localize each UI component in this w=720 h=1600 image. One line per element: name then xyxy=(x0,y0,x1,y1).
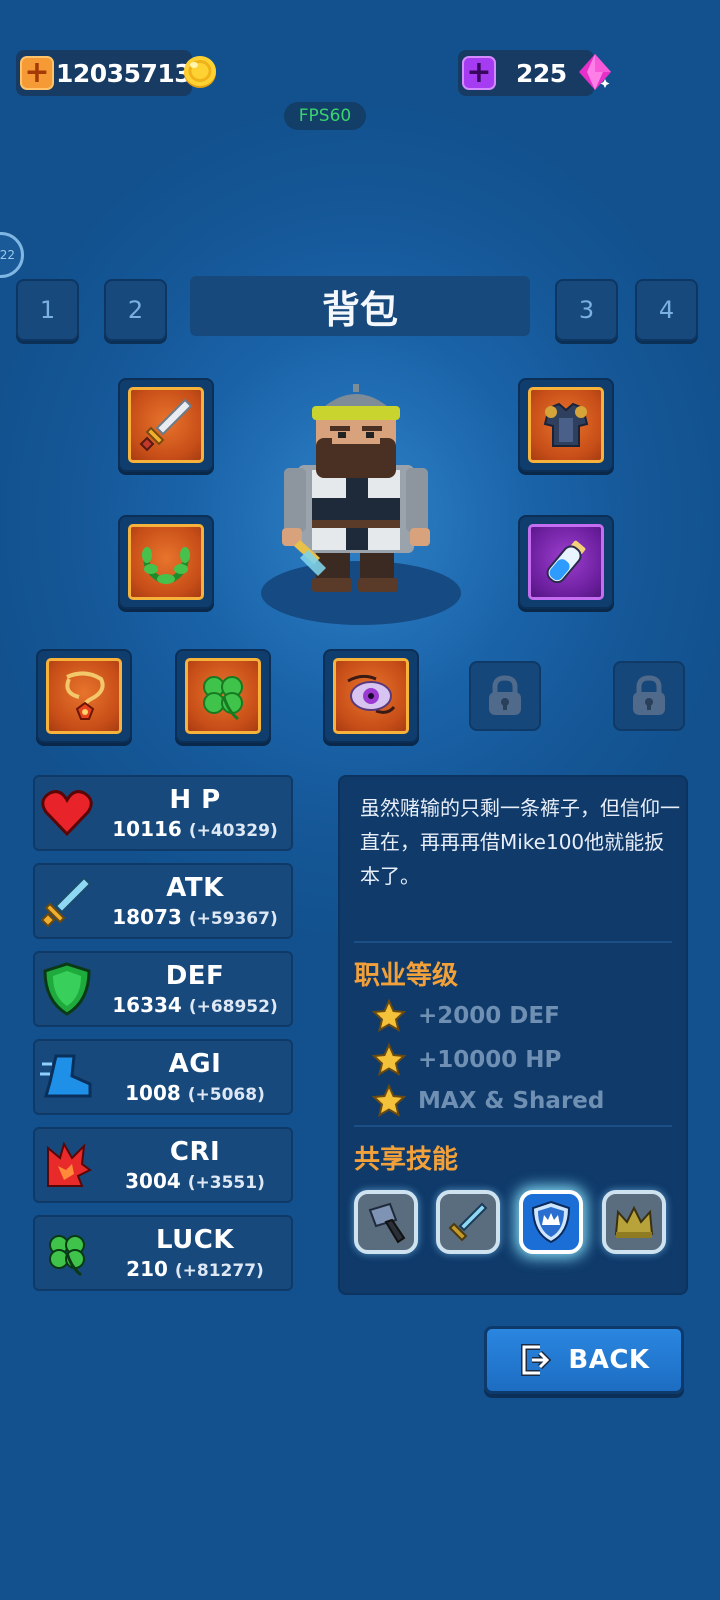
skill-hammer[interactable] xyxy=(354,1190,418,1254)
amulet-icon xyxy=(65,671,105,720)
equip-slot-locked-2[interactable] xyxy=(613,661,685,731)
stat-bonus: (+81277) xyxy=(174,1261,264,1281)
gold-amount: 12035713 xyxy=(56,58,192,88)
stat-bonus: (+40329) xyxy=(188,821,278,841)
side-badge[interactable]: 22 xyxy=(0,232,24,278)
class-bonus-row: +2000 DEF xyxy=(372,999,560,1033)
stat-hp: H P 10116 (+40329) xyxy=(33,775,293,851)
divider xyxy=(354,941,672,943)
skill-crown-shield[interactable] xyxy=(519,1190,583,1254)
tab-page-4[interactable]: 4 xyxy=(635,279,698,341)
stat-bonus: (+3551) xyxy=(187,1173,265,1193)
stat-value: 3004 xyxy=(125,1169,181,1193)
stat-value: 18073 xyxy=(112,905,182,929)
stat-luck: LUCK 210 (+81277) xyxy=(33,1215,293,1291)
stat-agi: AGI 1008 (+5068) xyxy=(33,1039,293,1115)
class-level-heading: 职业等级 xyxy=(354,961,459,991)
boot-icon xyxy=(40,1054,92,1098)
class-bonus-row: +10000 HP xyxy=(372,1043,561,1077)
equip-slot-pendant[interactable] xyxy=(323,649,419,743)
back-label: BACK xyxy=(568,1345,650,1375)
crown-shield-icon xyxy=(531,1200,571,1244)
sword-icon xyxy=(448,1202,488,1242)
clover-icon xyxy=(49,1235,85,1277)
back-button[interactable]: BACK xyxy=(484,1326,684,1394)
fps-indicator: FPS60 xyxy=(284,102,366,130)
equip-slot-amulet[interactable] xyxy=(36,649,132,743)
class-bonus-row: MAX & Shared xyxy=(372,1084,604,1118)
gem-counter: + 225 xyxy=(458,50,594,96)
gold-counter: + 12035713 xyxy=(16,50,192,96)
pink-gem-icon xyxy=(579,54,611,90)
stat-atk: ATK 18073 (+59367) xyxy=(33,863,293,939)
laurel-icon xyxy=(142,547,190,584)
crown-icon xyxy=(614,1205,654,1238)
crit-burst-icon xyxy=(47,1141,92,1187)
stat-name: DEF xyxy=(165,961,225,991)
heart-icon xyxy=(41,790,93,837)
exit-icon xyxy=(521,1344,552,1376)
stat-name: LUCK xyxy=(156,1225,234,1255)
add-gems-button[interactable]: + xyxy=(462,56,496,90)
stat-def: DEF 16334 (+68952) xyxy=(33,951,293,1027)
stat-cri: CRI 3004 (+3551) xyxy=(33,1127,293,1203)
shared-skills-heading: 共享技能 xyxy=(354,1145,459,1175)
equip-slot-locked-1[interactable] xyxy=(469,661,541,731)
equip-slot-clover[interactable] xyxy=(175,649,271,743)
page-title: 背包 xyxy=(190,276,530,336)
stat-name: CRI xyxy=(169,1137,221,1167)
skill-sword[interactable] xyxy=(436,1190,500,1254)
class-bonus-text: +2000 DEF xyxy=(418,1003,560,1029)
stat-name: H P xyxy=(169,785,221,815)
tab-page-2[interactable]: 2 xyxy=(104,279,167,341)
character-description: 虽然赌输的只剩一条裤子，但信仰一直在，再再再借Mike100他就能扳本了。 xyxy=(360,796,680,888)
hammer-icon xyxy=(368,1202,406,1244)
equip-slot-weapon[interactable] xyxy=(118,378,214,472)
class-bonus-text: +10000 HP xyxy=(418,1047,562,1073)
stat-name: AGI xyxy=(168,1049,222,1079)
lock-icon xyxy=(489,675,521,715)
equip-slot-potion[interactable] xyxy=(518,515,614,609)
shield-icon xyxy=(43,962,91,1016)
lock-icon xyxy=(633,675,665,715)
star-icon xyxy=(372,1043,406,1077)
armor-icon xyxy=(543,402,589,447)
star-icon xyxy=(372,999,406,1033)
stat-value: 10116 xyxy=(112,817,182,841)
hero-character xyxy=(261,384,461,625)
stat-bonus: (+5068) xyxy=(187,1085,265,1105)
sword-icon xyxy=(139,398,193,452)
stat-bonus: (+68952) xyxy=(188,997,278,1017)
stat-value: 1008 xyxy=(125,1081,181,1105)
class-bonus-text: MAX & Shared xyxy=(418,1088,605,1114)
eye-pendant-icon xyxy=(347,674,396,714)
skill-crown[interactable] xyxy=(602,1190,666,1254)
potion-icon xyxy=(546,540,586,584)
equip-slot-armor[interactable] xyxy=(518,378,614,472)
tab-page-3[interactable]: 3 xyxy=(555,279,618,341)
stat-value: 16334 xyxy=(112,993,182,1017)
tab-page-1[interactable]: 1 xyxy=(16,279,79,341)
clover-icon xyxy=(203,676,243,721)
sword-icon xyxy=(40,876,92,928)
stat-name: ATK xyxy=(166,873,224,903)
stat-value: 210 xyxy=(126,1257,168,1281)
gold-coin-icon xyxy=(184,56,216,88)
add-gold-button[interactable]: + xyxy=(20,56,54,90)
stat-bonus: (+59367) xyxy=(188,909,278,929)
star-icon xyxy=(372,1084,406,1118)
divider xyxy=(354,1125,672,1127)
equip-slot-laurel[interactable] xyxy=(118,515,214,609)
gem-amount: 225 xyxy=(516,58,567,88)
